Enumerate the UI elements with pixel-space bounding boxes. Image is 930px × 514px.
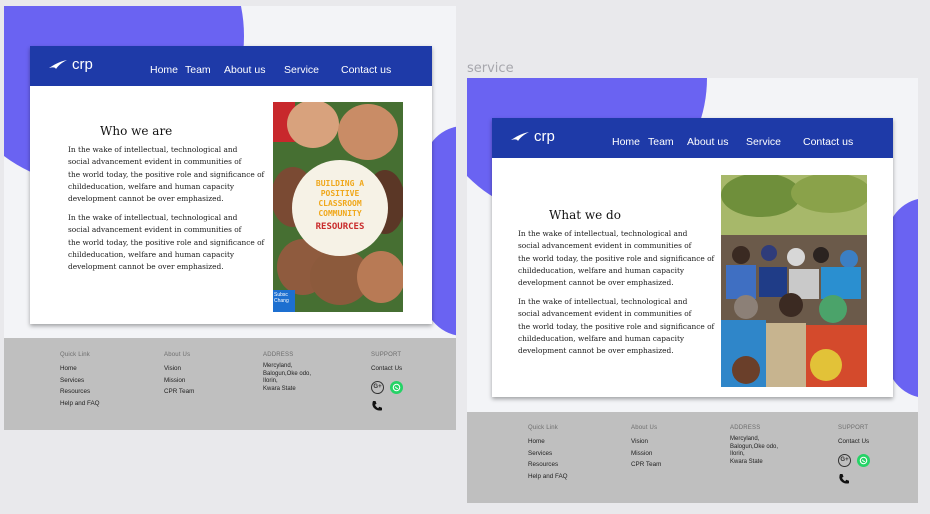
whatsapp-icon[interactable]	[390, 380, 403, 394]
footer-link-team[interactable]: CPR Team	[631, 459, 661, 471]
phone-icon[interactable]	[371, 399, 403, 417]
social-icons: G+	[838, 453, 870, 467]
footer-link-resources[interactable]: Resources	[528, 459, 568, 471]
poster-corner-text: Subsc Chang	[274, 292, 289, 304]
nav-team[interactable]: Team	[648, 136, 674, 148]
footer-heading: About Us	[631, 425, 658, 431]
footer-link-vision[interactable]: Vision	[164, 363, 194, 375]
footer-link-resources[interactable]: Resources	[60, 386, 100, 398]
footer-heading: About Us	[164, 352, 191, 358]
footer-link-help[interactable]: Help and FAQ	[60, 398, 100, 410]
footer-heading: ADDRESS	[263, 352, 294, 358]
footer-support: SUPPORT Contact Us G+	[838, 425, 870, 490]
hero-card: crp Home Team About us Service Contact u…	[30, 46, 432, 324]
poster-line: COMMUNITY	[318, 209, 362, 218]
footer: Quick Link Home Services Resources Help …	[467, 412, 918, 503]
footer-link-team[interactable]: CPR Team	[164, 386, 194, 398]
footer-support: SUPPORT Contact Us G+	[371, 352, 403, 417]
footer-contact-link[interactable]: Contact Us	[371, 363, 403, 375]
artboard-service: crp Home Team About us Service Contact u…	[467, 78, 918, 503]
footer: Quick Link Home Services Resources Help …	[4, 338, 456, 430]
crp-logo-icon	[49, 59, 67, 69]
classroom-poster-image: BUILDING A POSITIVE CLASSROOM COMMUNITY …	[273, 102, 403, 312]
footer-about: About Us Vision Mission CPR Team	[631, 425, 661, 471]
address-line: Mercyland,	[730, 436, 760, 442]
nav-home[interactable]: Home	[150, 64, 178, 76]
community-gathering-image	[721, 175, 867, 387]
footer-address: ADDRESS Mercyland, Balogun,Oke odo, Ilor…	[263, 352, 311, 393]
google-plus-icon[interactable]: G+	[838, 453, 851, 467]
footer-link-services[interactable]: Services	[60, 375, 100, 387]
phone-icon[interactable]	[838, 472, 870, 490]
body-paragraph: In the wake of intellectual, technologic…	[518, 229, 715, 288]
nav-contact[interactable]: Contact us	[341, 64, 391, 76]
footer-link-help[interactable]: Help and FAQ	[528, 471, 568, 483]
nav-team[interactable]: Team	[185, 64, 211, 76]
nav-contact[interactable]: Contact us	[803, 136, 853, 148]
navbar: crp Home Team About us Service Contact u…	[30, 46, 432, 86]
section-heading: Who we are	[100, 124, 173, 138]
footer-heading: ADDRESS	[730, 425, 761, 431]
footer-link-mission[interactable]: Mission	[164, 375, 194, 387]
footer-link-home[interactable]: Home	[60, 363, 100, 375]
nav-about[interactable]: About us	[224, 64, 265, 76]
footer-heading: Quick Link	[528, 425, 559, 431]
address-line: Kwara State	[730, 458, 763, 465]
footer-quick-links: Quick Link Home Services Resources Help …	[60, 352, 100, 409]
logo-text: crp	[72, 56, 93, 73]
google-plus-icon[interactable]: G+	[371, 380, 384, 394]
footer-heading: SUPPORT	[371, 352, 402, 358]
body-paragraph: In the wake of intellectual, technologic…	[518, 297, 715, 356]
logo-text: crp	[534, 128, 555, 145]
footer-link-home[interactable]: Home	[528, 436, 568, 448]
footer-contact-link[interactable]: Contact Us	[838, 436, 870, 448]
body-paragraph: In the wake of intellectual, technologic…	[68, 145, 265, 204]
footer-link-vision[interactable]: Vision	[631, 436, 661, 448]
artboard-label: service	[467, 61, 514, 76]
poster-resources: RESOURCES	[315, 222, 365, 232]
address-line: Kwara State	[263, 385, 296, 392]
poster-line: BUILDING A	[315, 179, 365, 188]
footer-heading: SUPPORT	[838, 425, 869, 431]
logo[interactable]: crp	[48, 56, 93, 73]
address-line: Balogun,Oke odo,	[730, 443, 779, 450]
footer-quick-links: Quick Link Home Services Resources Help …	[528, 425, 568, 482]
logo[interactable]: crp	[510, 128, 555, 145]
body-paragraph: In the wake of intellectual, technologic…	[68, 213, 265, 272]
crowd-photo	[721, 175, 867, 387]
address-line: Mercyland,	[263, 363, 293, 369]
footer-link-services[interactable]: Services	[528, 448, 568, 460]
artboard-home: crp Home Team About us Service Contact u…	[4, 6, 456, 430]
poster-line: POSITIVE	[320, 189, 360, 198]
footer-about: About Us Vision Mission CPR Team	[164, 352, 194, 398]
poster-text: BUILDING A POSITIVE CLASSROOM COMMUNITY …	[290, 179, 390, 232]
address-line: Ilorin,	[263, 378, 278, 384]
footer-link-mission[interactable]: Mission	[631, 448, 661, 460]
navbar: crp Home Team About us Service Contact u…	[492, 118, 893, 158]
nav-home[interactable]: Home	[612, 136, 640, 148]
address-line: Balogun,Oke odo,	[263, 370, 312, 377]
address-line: Ilorin,	[730, 451, 745, 457]
footer-address: ADDRESS Mercyland, Balogun,Oke odo, Ilor…	[730, 425, 778, 466]
hero-card: crp Home Team About us Service Contact u…	[492, 118, 893, 397]
poster-line: CLASSROOM	[318, 199, 362, 208]
nav-service[interactable]: Service	[746, 136, 781, 148]
footer-heading: Quick Link	[60, 352, 91, 358]
nav-about[interactable]: About us	[687, 136, 728, 148]
section-heading: What we do	[549, 208, 621, 222]
crp-logo-icon	[511, 131, 529, 141]
whatsapp-icon[interactable]	[857, 453, 870, 467]
social-icons: G+	[371, 380, 403, 394]
nav-service[interactable]: Service	[284, 64, 319, 76]
